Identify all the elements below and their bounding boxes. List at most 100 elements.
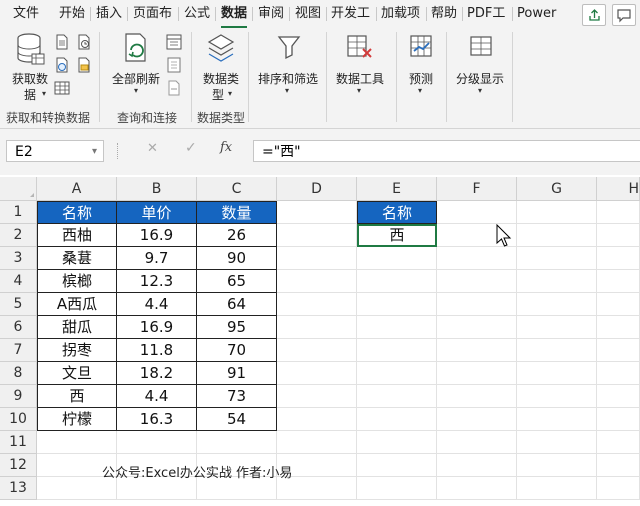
row-header-12[interactable]: 12 — [0, 454, 37, 477]
cell[interactable] — [437, 293, 517, 316]
col-header-a[interactable]: A — [37, 177, 117, 201]
row-header-5[interactable]: 5 — [0, 293, 37, 316]
cell[interactable] — [517, 247, 597, 270]
row-header-11[interactable]: 11 — [0, 431, 37, 454]
cell[interactable] — [357, 385, 437, 408]
properties-icon[interactable] — [166, 57, 182, 73]
comments-button[interactable] — [612, 4, 636, 26]
cell[interactable] — [357, 408, 437, 431]
row-header-6[interactable]: 6 — [0, 316, 37, 339]
cell[interactable] — [117, 431, 197, 454]
cell[interactable] — [277, 270, 357, 293]
cell[interactable] — [277, 339, 357, 362]
cell[interactable] — [517, 431, 597, 454]
recent-sources-icon[interactable] — [76, 34, 92, 50]
sort-filter-button[interactable]: 排序和筛选 ▾ — [254, 32, 322, 104]
table-cell[interactable]: 54 — [197, 408, 277, 431]
table-cell[interactable]: A西瓜 — [37, 293, 117, 316]
col-header-g[interactable]: G — [517, 177, 597, 201]
cell[interactable] — [517, 224, 597, 247]
col-header-f[interactable]: F — [437, 177, 517, 201]
cell[interactable] — [517, 270, 597, 293]
tab-file[interactable]: 文件 — [13, 0, 39, 28]
table-cell[interactable]: 槟榔 — [37, 270, 117, 293]
lookup-value-cell[interactable]: 西 — [357, 224, 437, 247]
cell[interactable] — [597, 385, 640, 408]
cell[interactable] — [597, 477, 640, 500]
cell[interactable] — [597, 201, 640, 224]
table-cell[interactable]: 73 — [197, 385, 277, 408]
table-cell[interactable]: 91 — [197, 362, 277, 385]
table-cell[interactable]: 文旦 — [37, 362, 117, 385]
col-header-c[interactable]: C — [197, 177, 277, 201]
table-cell[interactable]: 65 — [197, 270, 277, 293]
lookup-header-cell[interactable]: 名称 — [357, 201, 437, 224]
cell[interactable] — [277, 431, 357, 454]
table-cell[interactable]: 9.7 — [117, 247, 197, 270]
table-header-cell[interactable]: 数量 — [197, 201, 277, 224]
table-cell[interactable]: 26 — [197, 224, 277, 247]
from-table-icon[interactable] — [54, 80, 70, 96]
table-cell[interactable]: 90 — [197, 247, 277, 270]
row-header-9[interactable]: 9 — [0, 385, 37, 408]
cell[interactable] — [357, 270, 437, 293]
cell[interactable] — [437, 316, 517, 339]
col-header-d[interactable]: D — [277, 177, 357, 201]
cell[interactable] — [277, 224, 357, 247]
outline-button[interactable]: 分级显示 ▾ — [452, 32, 508, 104]
tab-insert[interactable]: 插入 — [96, 0, 122, 28]
table-cell[interactable]: 95 — [197, 316, 277, 339]
table-cell[interactable]: 16.3 — [117, 408, 197, 431]
cell[interactable] — [277, 201, 357, 224]
from-web-icon[interactable] — [54, 57, 70, 73]
row-header-10[interactable]: 10 — [0, 408, 37, 431]
tab-view[interactable]: 视图 — [295, 0, 321, 28]
cell[interactable] — [357, 477, 437, 500]
cell[interactable] — [357, 454, 437, 477]
data-types-button[interactable]: 数据类 型 ▾ — [198, 32, 244, 104]
tab-power[interactable]: Power — [517, 0, 556, 28]
cell[interactable] — [437, 339, 517, 362]
row-header-1[interactable]: 1 — [0, 201, 37, 224]
table-cell[interactable]: 70 — [197, 339, 277, 362]
cell[interactable] — [597, 224, 640, 247]
cell[interactable] — [517, 408, 597, 431]
cell[interactable] — [597, 362, 640, 385]
cell[interactable] — [437, 201, 517, 224]
table-cell[interactable]: 甜瓜 — [37, 316, 117, 339]
cell[interactable] — [437, 270, 517, 293]
cell[interactable] — [517, 454, 597, 477]
share-button[interactable] — [582, 4, 606, 26]
edit-links-icon[interactable] — [166, 80, 182, 96]
cell[interactable] — [357, 362, 437, 385]
cell[interactable] — [597, 316, 640, 339]
cell[interactable] — [437, 247, 517, 270]
insert-function-icon[interactable]: fx — [220, 140, 232, 155]
row-header-8[interactable]: 8 — [0, 362, 37, 385]
row-header-2[interactable]: 2 — [0, 224, 37, 247]
cell[interactable] — [517, 385, 597, 408]
cell[interactable] — [277, 408, 357, 431]
select-all-corner[interactable] — [0, 177, 37, 201]
table-cell[interactable]: 64 — [197, 293, 277, 316]
cell[interactable] — [437, 362, 517, 385]
col-header-b[interactable]: B — [117, 177, 197, 201]
tab-developer[interactable]: 开发工 — [331, 0, 370, 28]
cell[interactable] — [597, 454, 640, 477]
cell[interactable] — [277, 247, 357, 270]
table-cell[interactable]: 4.4 — [117, 293, 197, 316]
from-text-icon[interactable] — [54, 34, 70, 50]
cell[interactable] — [517, 201, 597, 224]
cell[interactable] — [357, 316, 437, 339]
cell[interactable] — [517, 362, 597, 385]
cell[interactable] — [597, 247, 640, 270]
table-header-cell[interactable]: 名称 — [37, 201, 117, 224]
cell[interactable] — [277, 293, 357, 316]
cell[interactable] — [437, 385, 517, 408]
cell[interactable] — [437, 408, 517, 431]
tab-page-layout[interactable]: 页面布 — [133, 0, 172, 28]
cell[interactable] — [517, 316, 597, 339]
cell[interactable] — [357, 293, 437, 316]
table-cell[interactable]: 柠檬 — [37, 408, 117, 431]
cell[interactable] — [597, 339, 640, 362]
